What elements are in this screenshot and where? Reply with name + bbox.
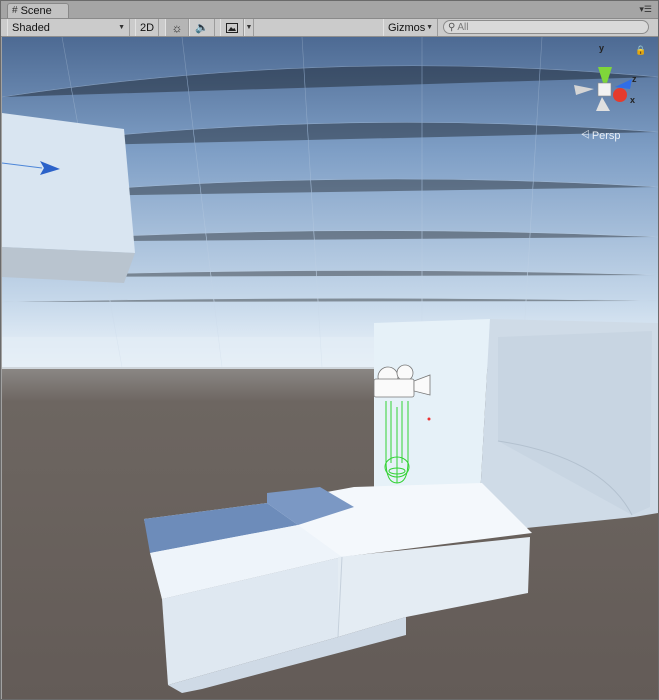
- gizmo-center-cube[interactable]: [597, 82, 612, 97]
- projection-label: Persp: [591, 129, 621, 142]
- scene-canvas[interactable]: [2, 37, 658, 699]
- x-axis-cone[interactable]: [613, 88, 627, 102]
- image-icon: [226, 22, 238, 33]
- projection-icon: ⩤: [581, 129, 590, 141]
- 2d-toggle-label: 2D: [139, 21, 155, 34]
- chevron-down-icon: ▼: [426, 23, 433, 31]
- left-cube[interactable]: [2, 113, 135, 283]
- scene-toolbar: Shaded ▼ 2D ☼ 🔈 ▼ Gizmos ▼ ⚲ All: [1, 19, 658, 37]
- scene-viewport[interactable]: y z x 🔒 ⩤ Persp: [2, 37, 658, 699]
- selection-point: [427, 417, 431, 421]
- audio-toggle-button[interactable]: 🔈: [189, 19, 215, 36]
- search-icon: ⚲: [448, 21, 456, 33]
- shading-mode-dropdown[interactable]: Shaded ▼: [7, 19, 130, 36]
- scene-window: # Scene ▾☰ Shaded ▼ 2D ☼ 🔈 ▼ Gizmos ▼ ⚲ …: [0, 0, 659, 700]
- chevron-down-icon: ▼: [245, 23, 253, 31]
- effects-dropdown-button[interactable]: ▼: [244, 19, 254, 36]
- effects-toggle-button[interactable]: [220, 19, 244, 36]
- grid-icon: #: [12, 5, 18, 16]
- tab-scene[interactable]: # Scene: [7, 3, 69, 18]
- search-placeholder: All: [457, 21, 469, 33]
- projection-toggle[interactable]: ⩤ Persp: [581, 129, 621, 142]
- gizmo-z-label: z: [632, 74, 637, 84]
- gizmo-y-label: y: [599, 43, 605, 53]
- speaker-icon: 🔈: [195, 21, 209, 34]
- gizmos-dropdown[interactable]: Gizmos ▼: [383, 19, 438, 36]
- lock-icon[interactable]: 🔒: [635, 45, 646, 56]
- gizmos-label: Gizmos: [388, 21, 426, 34]
- tab-scene-label: Scene: [20, 5, 52, 17]
- search-input[interactable]: ⚲ All: [443, 20, 649, 34]
- sun-icon: ☼: [171, 20, 183, 35]
- panel-menu-icon[interactable]: ▾☰: [639, 5, 652, 14]
- shading-mode-label: Shaded: [12, 21, 50, 34]
- lighting-toggle-button[interactable]: ☼: [165, 19, 189, 36]
- chevron-down-icon: ▼: [118, 23, 125, 31]
- gizmo-x-label: x: [630, 95, 636, 105]
- tab-strip: # Scene ▾☰: [1, 1, 658, 19]
- 2d-toggle-button[interactable]: 2D: [135, 19, 159, 36]
